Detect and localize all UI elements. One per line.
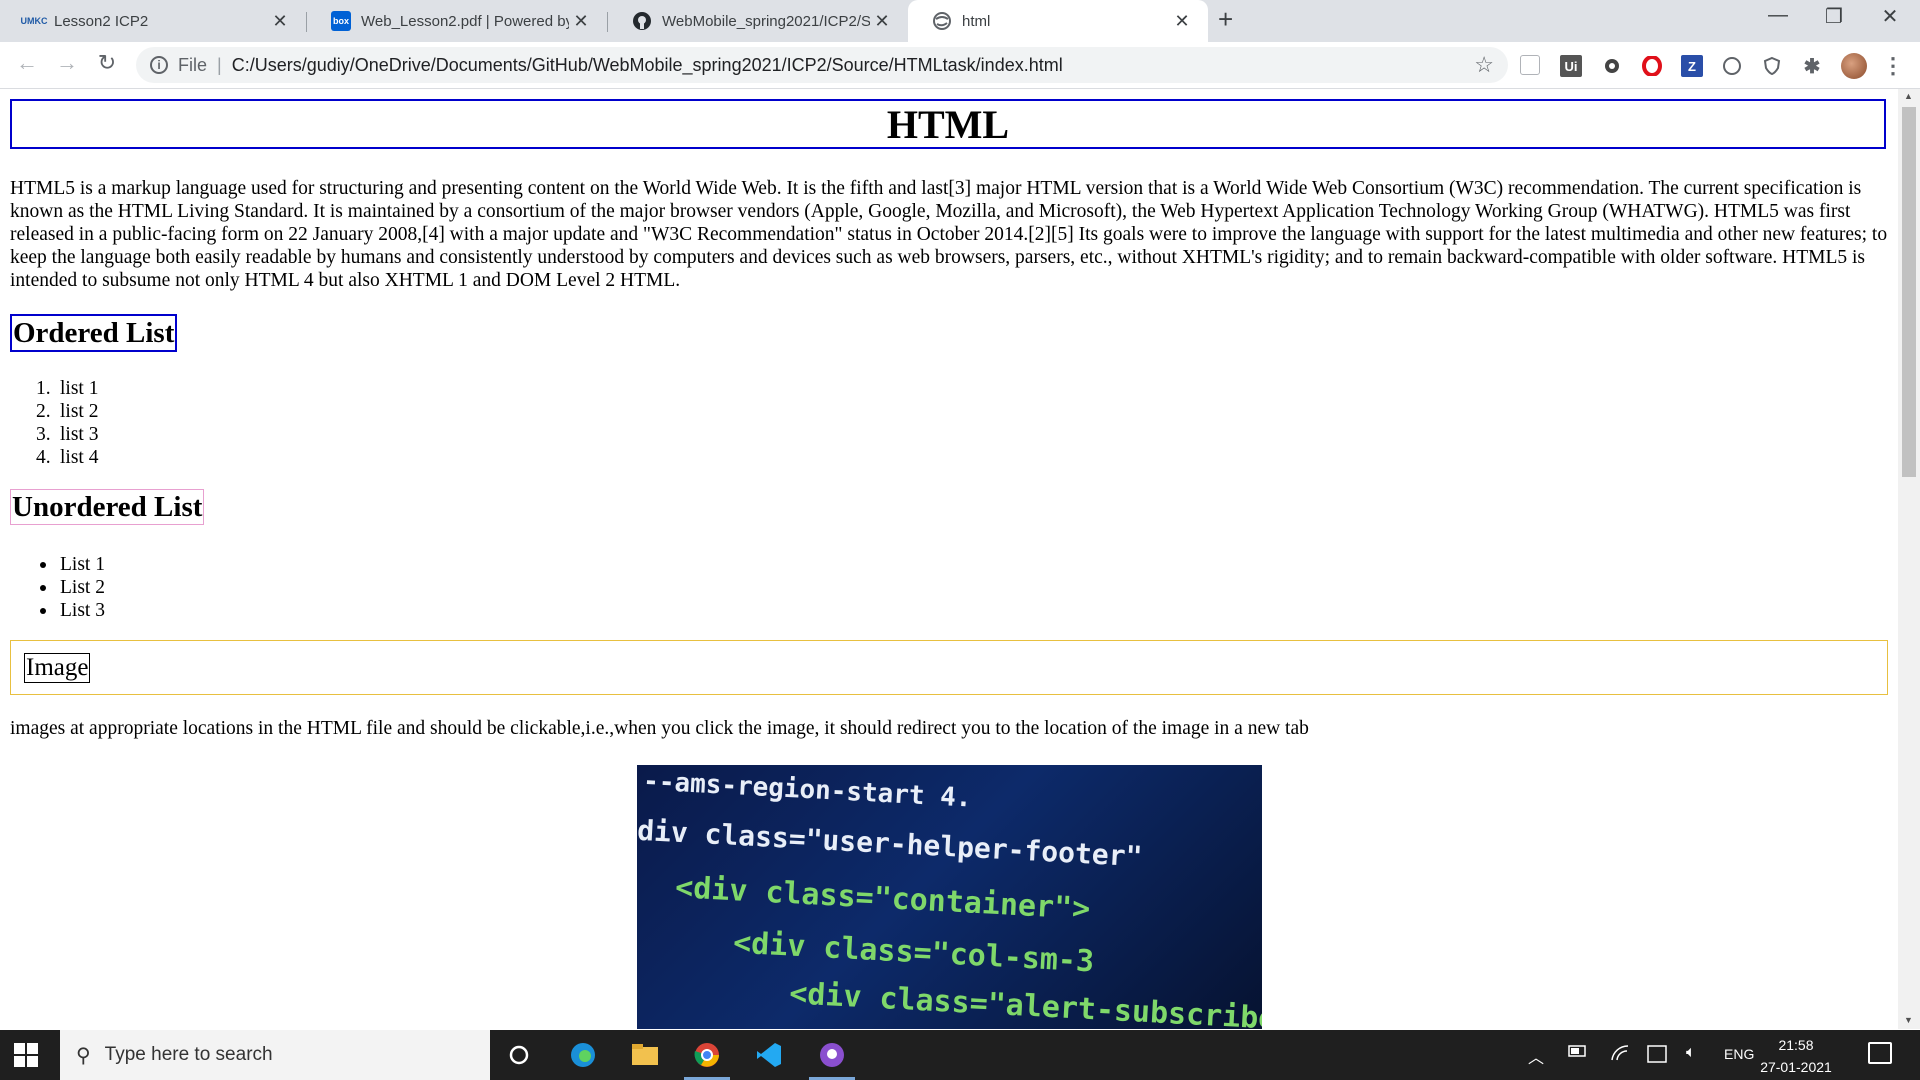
close-window-icon[interactable]: ✕ [1870, 4, 1910, 29]
file-explorer-icon[interactable] [630, 1040, 660, 1070]
tab-title: Lesson2 ICP2 [54, 12, 149, 30]
close-tab-icon[interactable]: ✕ [1170, 11, 1194, 32]
scrollbar-thumb[interactable] [1902, 107, 1916, 477]
url-text[interactable]: C:/Users/gudiy/OneDrive/Documents/GitHub… [232, 55, 1063, 76]
bullet-icon [40, 585, 46, 591]
code-line: div class="user-helper-footer" [637, 813, 1144, 874]
wifi-icon[interactable] [1610, 1044, 1630, 1067]
tab-lesson2[interactable]: UMKC Lesson2 ICP2 ✕ [0, 0, 306, 42]
list-item: List 1 [40, 553, 105, 576]
ordered-list-heading: Ordered List [10, 314, 178, 352]
image-heading: Image [24, 653, 91, 683]
back-arrow-icon[interactable]: ← [12, 50, 42, 76]
image-section-box: Image [10, 640, 1888, 695]
search-placeholder: Type here to search [104, 1044, 273, 1065]
bullet-icon [40, 608, 46, 614]
umkc-logo-icon: UMKC [20, 16, 48, 26]
bookmark-star-icon[interactable]: ☆ [1474, 52, 1494, 78]
ordered-list: 1. list 1 2. list 2 3. list 3 4. list 4 [36, 377, 99, 469]
image-caption: images at appropriate locations in the H… [10, 718, 1309, 739]
info-icon[interactable]: i [150, 56, 168, 74]
tab-title: html [962, 12, 991, 30]
windows-taskbar: ⚲ Type here to search ︿ 🔈︎ ENG 21:58 27-… [0, 1030, 1920, 1080]
show-hidden-icons-chevron-icon[interactable]: ︿ [1528, 1044, 1544, 1068]
cortana-icon[interactable] [504, 1040, 534, 1070]
github-logo-icon [632, 11, 652, 31]
volume-icon[interactable]: 🔈︎ [1686, 1044, 1696, 1062]
windows-start-icon[interactable] [14, 1043, 38, 1067]
list-item: 2. list 2 [36, 401, 99, 422]
tab-github-repo[interactable]: WebMobile_spring2021/ICP2/So ✕ [608, 0, 908, 42]
menu-kebab-icon[interactable]: ⋮ [1882, 53, 1904, 78]
list-item: List 3 [40, 599, 105, 622]
close-tab-icon[interactable]: ✕ [569, 11, 593, 32]
shield-icon[interactable] [1761, 55, 1783, 77]
unordered-list-heading: Unordered List [10, 489, 205, 525]
extension-frame-icon[interactable] [1520, 55, 1540, 75]
web-page: HTML HTML5 is a markup language used for… [0, 89, 1898, 1029]
list-item: 3. list 3 [36, 424, 99, 445]
new-tab-button[interactable]: + [1218, 4, 1233, 35]
extension-circle-icon[interactable] [1601, 55, 1623, 77]
scroll-up-arrow-icon[interactable]: ▲ [1904, 91, 1913, 101]
list-item: 4. list 4 [36, 447, 99, 468]
globe-icon [932, 11, 952, 31]
battery-icon[interactable] [1568, 1044, 1588, 1063]
vscode-icon[interactable] [754, 1040, 784, 1070]
code-line: --ams-region-start 4. [642, 766, 973, 814]
list-item: 1. list 1 [36, 378, 99, 399]
edge-icon[interactable] [568, 1040, 598, 1070]
list-item: List 2 [40, 576, 105, 599]
page-heading: HTML [10, 99, 1886, 149]
code-image-link[interactable]: --ams-region-start 4. div class="user-he… [637, 765, 1262, 1029]
extension-ui-icon[interactable]: Ui [1560, 55, 1582, 77]
close-tab-icon[interactable]: ✕ [870, 11, 894, 32]
language-indicator[interactable]: ENG [1724, 1046, 1754, 1062]
unordered-list: List 1 List 2 List 3 [40, 553, 105, 622]
tab-title: Web_Lesson2.pdf | Powered by B [361, 12, 569, 30]
address-separator: | [217, 54, 222, 75]
close-tab-icon[interactable]: ✕ [268, 11, 292, 32]
extension-brackets-icon[interactable] [1721, 55, 1743, 77]
forward-arrow-icon[interactable]: → [52, 50, 82, 76]
tablet-mode-icon[interactable] [1646, 1044, 1668, 1069]
tab-web-lesson2-pdf[interactable]: box Web_Lesson2.pdf | Powered by B ✕ [307, 0, 607, 42]
intro-paragraph: HTML5 is a markup language used for stru… [10, 178, 1888, 291]
chrome-icon[interactable] [684, 1040, 730, 1080]
extension-z-icon[interactable]: Z [1681, 55, 1703, 77]
browser-toolbar: ← → ↻ i File | C:/Users/gudiy/OneDrive/D… [0, 42, 1920, 89]
clock-time: 21:58 [1778, 1037, 1814, 1053]
github-desktop-icon[interactable] [809, 1040, 855, 1080]
opera-icon[interactable] [1641, 55, 1663, 77]
address-bar[interactable]: i File | C:/Users/gudiy/OneDrive/Documen… [136, 47, 1508, 83]
code-line: <div class="alert-subscribe [788, 976, 1262, 1029]
tab-html-active[interactable]: html ✕ [908, 0, 1208, 42]
scheme-label: File [178, 54, 208, 75]
code-line: <div class="col-sm-3 [732, 925, 1095, 980]
minimize-icon[interactable]: — [1758, 4, 1798, 27]
box-logo-icon: box [331, 11, 351, 31]
taskbar-clock[interactable]: 21:58 27-01-2021 [1756, 1034, 1836, 1078]
restore-icon[interactable]: ❐ [1814, 4, 1854, 29]
bullet-icon [40, 562, 46, 568]
extensions-puzzle-icon[interactable]: ✱ [1801, 55, 1823, 78]
notifications-icon[interactable] [1868, 1042, 1892, 1064]
vertical-scrollbar[interactable]: ▲ ▼ [1898, 89, 1920, 1029]
taskbar-search-box[interactable]: ⚲ Type here to search [60, 1030, 490, 1080]
reload-icon[interactable]: ↻ [92, 50, 122, 76]
search-icon: ⚲ [76, 1044, 91, 1067]
code-line: <div class="container"> [674, 870, 1092, 927]
profile-avatar[interactable] [1841, 53, 1867, 79]
clock-date: 27-01-2021 [1760, 1059, 1832, 1075]
tab-strip: UMKC Lesson2 ICP2 ✕ box Web_Lesson2.pdf … [0, 0, 1920, 42]
scroll-down-arrow-icon[interactable]: ▼ [1904, 1015, 1913, 1025]
tab-title: WebMobile_spring2021/ICP2/So [662, 12, 870, 30]
